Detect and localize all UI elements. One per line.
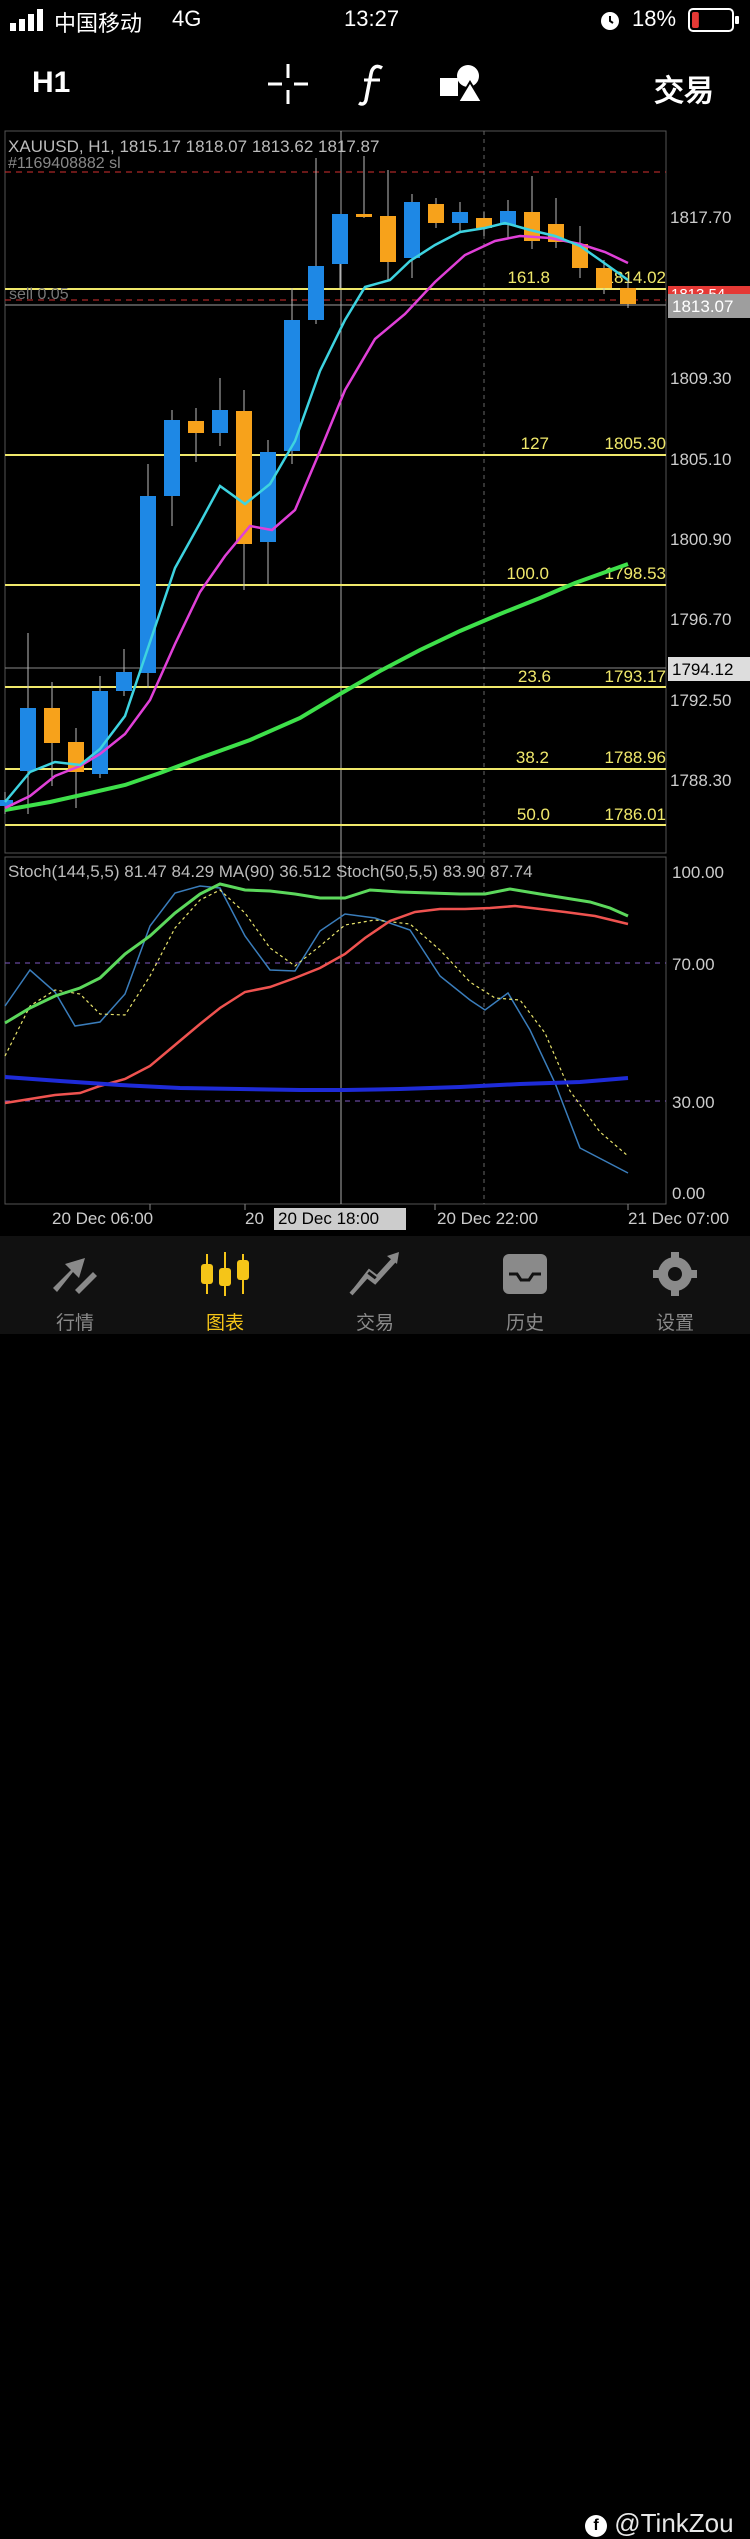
weibo-icon: f [585, 2515, 607, 2537]
carrier-text: 中国移动 [54, 11, 143, 36]
candle-body [236, 411, 252, 544]
fib-ratio-label: 50.0 [517, 805, 550, 824]
price-tick: 1800.90 [670, 530, 731, 549]
stoch-slow-line [4, 882, 629, 1025]
fib-price-label: 1805.30 [605, 434, 666, 453]
candle-body [308, 266, 324, 320]
objects-icon[interactable] [438, 62, 484, 106]
indicator-tick: 30.00 [672, 1093, 715, 1112]
indicator-tick: 70.00 [672, 955, 715, 974]
bottom-tab-bar: 行情 图表 交易 历史 设置 f @TinkZou [0, 1236, 750, 2538]
trade-icon [349, 1252, 399, 1296]
current-price-label: 1813.07 [672, 297, 733, 316]
stoch-fast-line [4, 885, 629, 1174]
time-label: 20 [245, 1209, 264, 1228]
function-icon[interactable] [356, 62, 390, 106]
trade-button[interactable]: 交易 [654, 66, 714, 110]
indicator-tick: 100.00 [672, 863, 724, 882]
tab-settings[interactable]: 设置 [600, 1236, 750, 1334]
ma90-line [4, 1075, 629, 1092]
tab-history-label: 历史 [505, 1313, 544, 1334]
tab-settings-label: 设置 [655, 1313, 694, 1334]
candle-body [116, 672, 132, 691]
indicator-header: Stoch(144,5,5) 81.47 84.29 MA(90) 36.512… [8, 862, 533, 881]
fib-ratio-label: 38.2 [516, 748, 549, 767]
watermark-text: @TinkZou [614, 2508, 734, 2538]
tab-quotes-label: 行情 [55, 1313, 94, 1334]
tab-quotes[interactable]: 行情 [0, 1236, 150, 1334]
watermark: f @TinkZou [585, 2508, 734, 2539]
indicator-axis: 100.00 70.00 30.00 0.00 [672, 863, 724, 1203]
fib-price-label: 1798.53 [605, 564, 666, 583]
fib-price-label: 1786.01 [605, 805, 666, 824]
clock-text: 13:27 [344, 6, 400, 31]
candle-body [92, 691, 108, 774]
candle-body [572, 244, 588, 268]
price-tick: 1809.30 [670, 369, 731, 388]
fib-price-label: 1788.96 [605, 748, 666, 767]
candle-body [188, 421, 204, 433]
crosshair-time-label: 20 Dec 18:00 [278, 1209, 379, 1228]
battery-percent: 18% [632, 6, 677, 31]
price-chart[interactable]: 161.8 1814.02 127 1805.30 100.0 1798.53 … [0, 128, 750, 1234]
candle-body [596, 268, 612, 288]
candle-body [20, 708, 36, 771]
signal-icon [10, 9, 43, 31]
candle-body [332, 214, 348, 264]
fib-ratio-label: 100.0 [506, 564, 549, 583]
crosshair-icon[interactable] [266, 62, 310, 106]
candle-body [356, 214, 372, 217]
price-tick: 1805.10 [670, 450, 731, 469]
chart-toolbar: H1 交易 [0, 52, 750, 122]
battery-icon [688, 8, 739, 32]
indicator-frame [4, 856, 667, 1205]
fib-price-label: 1793.17 [605, 667, 666, 686]
price-tick: 1796.70 [670, 610, 731, 629]
tab-trade[interactable]: 交易 [300, 1236, 450, 1334]
position-label: sell 0.05 [9, 286, 69, 303]
time-label: 20 Dec 22:00 [437, 1209, 538, 1228]
candle-body [44, 708, 60, 743]
candle-body [164, 420, 180, 496]
time-label: 21 Dec 07:00 [628, 1209, 729, 1228]
chart-header: XAUUSD, H1, 1815.17 1818.07 1813.62 1817… [8, 137, 379, 156]
candle-body [452, 212, 468, 223]
tab-history[interactable]: 历史 [450, 1236, 600, 1334]
candle-body [620, 288, 636, 304]
alarm-icon [601, 12, 619, 30]
fib-ratio-label: 127 [521, 434, 549, 453]
time-axis: 20 Dec 06:00 20 20 Dec 18:00 20 Dec 22:0… [52, 1204, 729, 1230]
price-tick: 1788.30 [670, 771, 731, 790]
history-icon [503, 1254, 547, 1294]
time-label: 20 Dec 06:00 [52, 1209, 153, 1228]
candle-body [212, 410, 228, 433]
settings-icon [653, 1252, 697, 1296]
crosshair-price-label: 1794.12 [672, 660, 733, 679]
candle-body [380, 216, 396, 262]
price-tick: 1817.70 [670, 208, 731, 227]
status-bar: 中国移动 4G 13:27 18% [0, 0, 750, 42]
indicator-tick: 0.00 [672, 1184, 705, 1203]
tab-trade-label: 交易 [355, 1313, 394, 1334]
candlestick-series [0, 156, 636, 814]
chart-icon [201, 1252, 249, 1296]
fib-ratio-label: 161.8 [507, 268, 550, 287]
candle-body [404, 202, 420, 258]
fib-ratio-label: 23.6 [518, 667, 551, 686]
timeframe-button[interactable]: H1 [32, 66, 70, 100]
network-text: 4G [172, 6, 202, 31]
price-tick: 1792.50 [670, 691, 731, 710]
quotes-icon [53, 1258, 97, 1294]
candle-body [428, 204, 444, 223]
order-id-label: #1169408882 sl [8, 155, 121, 172]
tab-chart-label: 图表 [205, 1313, 244, 1334]
tab-chart[interactable]: 图表 [150, 1236, 300, 1334]
